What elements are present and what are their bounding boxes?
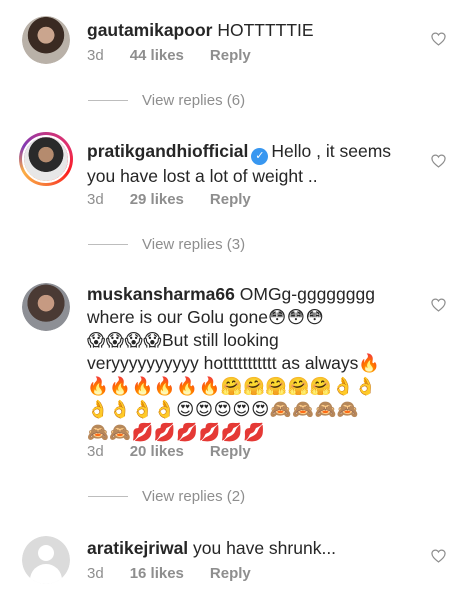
emoji-line-6: 👌👌👌👌😍😍😍😍😍🙈🙈🙈🙈 — [87, 399, 360, 419]
likes-count[interactable]: 44 likes — [130, 47, 184, 64]
view-replies-label: View replies (3) — [142, 236, 246, 253]
timestamp: 3d — [87, 47, 104, 64]
emoji-line-7: 🙈🙈💋💋💋💋💋💋 — [87, 422, 266, 442]
reply-button[interactable]: Reply — [210, 191, 251, 208]
divider — [88, 244, 128, 245]
comment-text: HOTTTTTIE — [217, 20, 314, 40]
comment-text-line-4: veryyyyyyyyyy hottttttttttt as always — [87, 353, 359, 373]
avatar-story-ring[interactable] — [19, 132, 73, 186]
comment-body: aratikejriwal you have shrunk... — [87, 537, 417, 560]
comment-body: pratikgandhiofficial ✓ Hello , it seems yo… — [87, 140, 417, 188]
avatar[interactable] — [22, 16, 70, 64]
timestamp: 3d — [87, 565, 104, 582]
likes-count[interactable]: 16 likes — [130, 565, 184, 582]
comment-meta: 3d 29 likes Reply — [87, 191, 251, 208]
comment-body: gautamikapoor HOTTTTTIE — [87, 19, 417, 42]
likes-count[interactable]: 29 likes — [130, 191, 184, 208]
heart-outline-icon[interactable] — [431, 32, 446, 46]
verified-badge-icon: ✓ — [251, 148, 269, 165]
view-replies-button[interactable]: View replies (3) — [88, 236, 245, 253]
comment-text: you have shrunk... — [193, 538, 337, 558]
divider — [88, 496, 128, 497]
emoji-line-5: 🔥🔥🔥🔥🔥🔥🤗🤗🤗🤗🤗👌👌 — [87, 376, 377, 396]
comment-text-line-2: where is our Golu gone — [87, 307, 268, 327]
comment-body: muskansharma66 OMGg-gggggggg where is ou… — [87, 283, 417, 444]
username[interactable]: pratikgandhiofficial — [87, 141, 248, 161]
comment-text-line-3: But still looking — [161, 330, 279, 350]
comment-text-line-1: Hello , it seems — [271, 141, 392, 161]
timestamp: 3d — [87, 191, 104, 208]
view-replies-label: View replies (2) — [142, 488, 246, 505]
emoji-run: 😳😳😳 — [267, 307, 325, 327]
comment-text-line-2: you have lost a lot of weight .. — [87, 166, 318, 186]
heart-outline-icon[interactable] — [431, 549, 446, 563]
reply-button[interactable]: Reply — [210, 443, 251, 460]
comment-text-line-1: OMGg-gggggggg — [239, 284, 375, 304]
avatar[interactable] — [22, 283, 70, 331]
reply-button[interactable]: Reply — [210, 47, 251, 64]
emoji-run: 😱😱😱😱 — [87, 330, 162, 350]
timestamp: 3d — [87, 443, 104, 460]
comment-meta: 3d 44 likes Reply — [87, 47, 251, 64]
username[interactable]: muskansharma66 — [87, 284, 235, 304]
comment-meta: 3d 20 likes Reply — [87, 443, 251, 460]
comment-meta: 3d 16 likes Reply — [87, 565, 251, 582]
view-replies-button[interactable]: View replies (2) — [88, 488, 245, 505]
username[interactable]: aratikejriwal — [87, 538, 188, 558]
username[interactable]: gautamikapoor — [87, 20, 212, 40]
likes-count[interactable]: 20 likes — [130, 443, 184, 460]
view-replies-label: View replies (6) — [142, 92, 246, 109]
reply-button[interactable]: Reply — [210, 565, 251, 582]
view-replies-button[interactable]: View replies (6) — [88, 92, 245, 109]
heart-outline-icon[interactable] — [431, 154, 446, 168]
heart-outline-icon[interactable] — [431, 298, 446, 312]
emoji-run: 🔥 — [358, 353, 381, 373]
default-avatar-icon[interactable] — [22, 536, 70, 584]
divider — [88, 100, 128, 101]
